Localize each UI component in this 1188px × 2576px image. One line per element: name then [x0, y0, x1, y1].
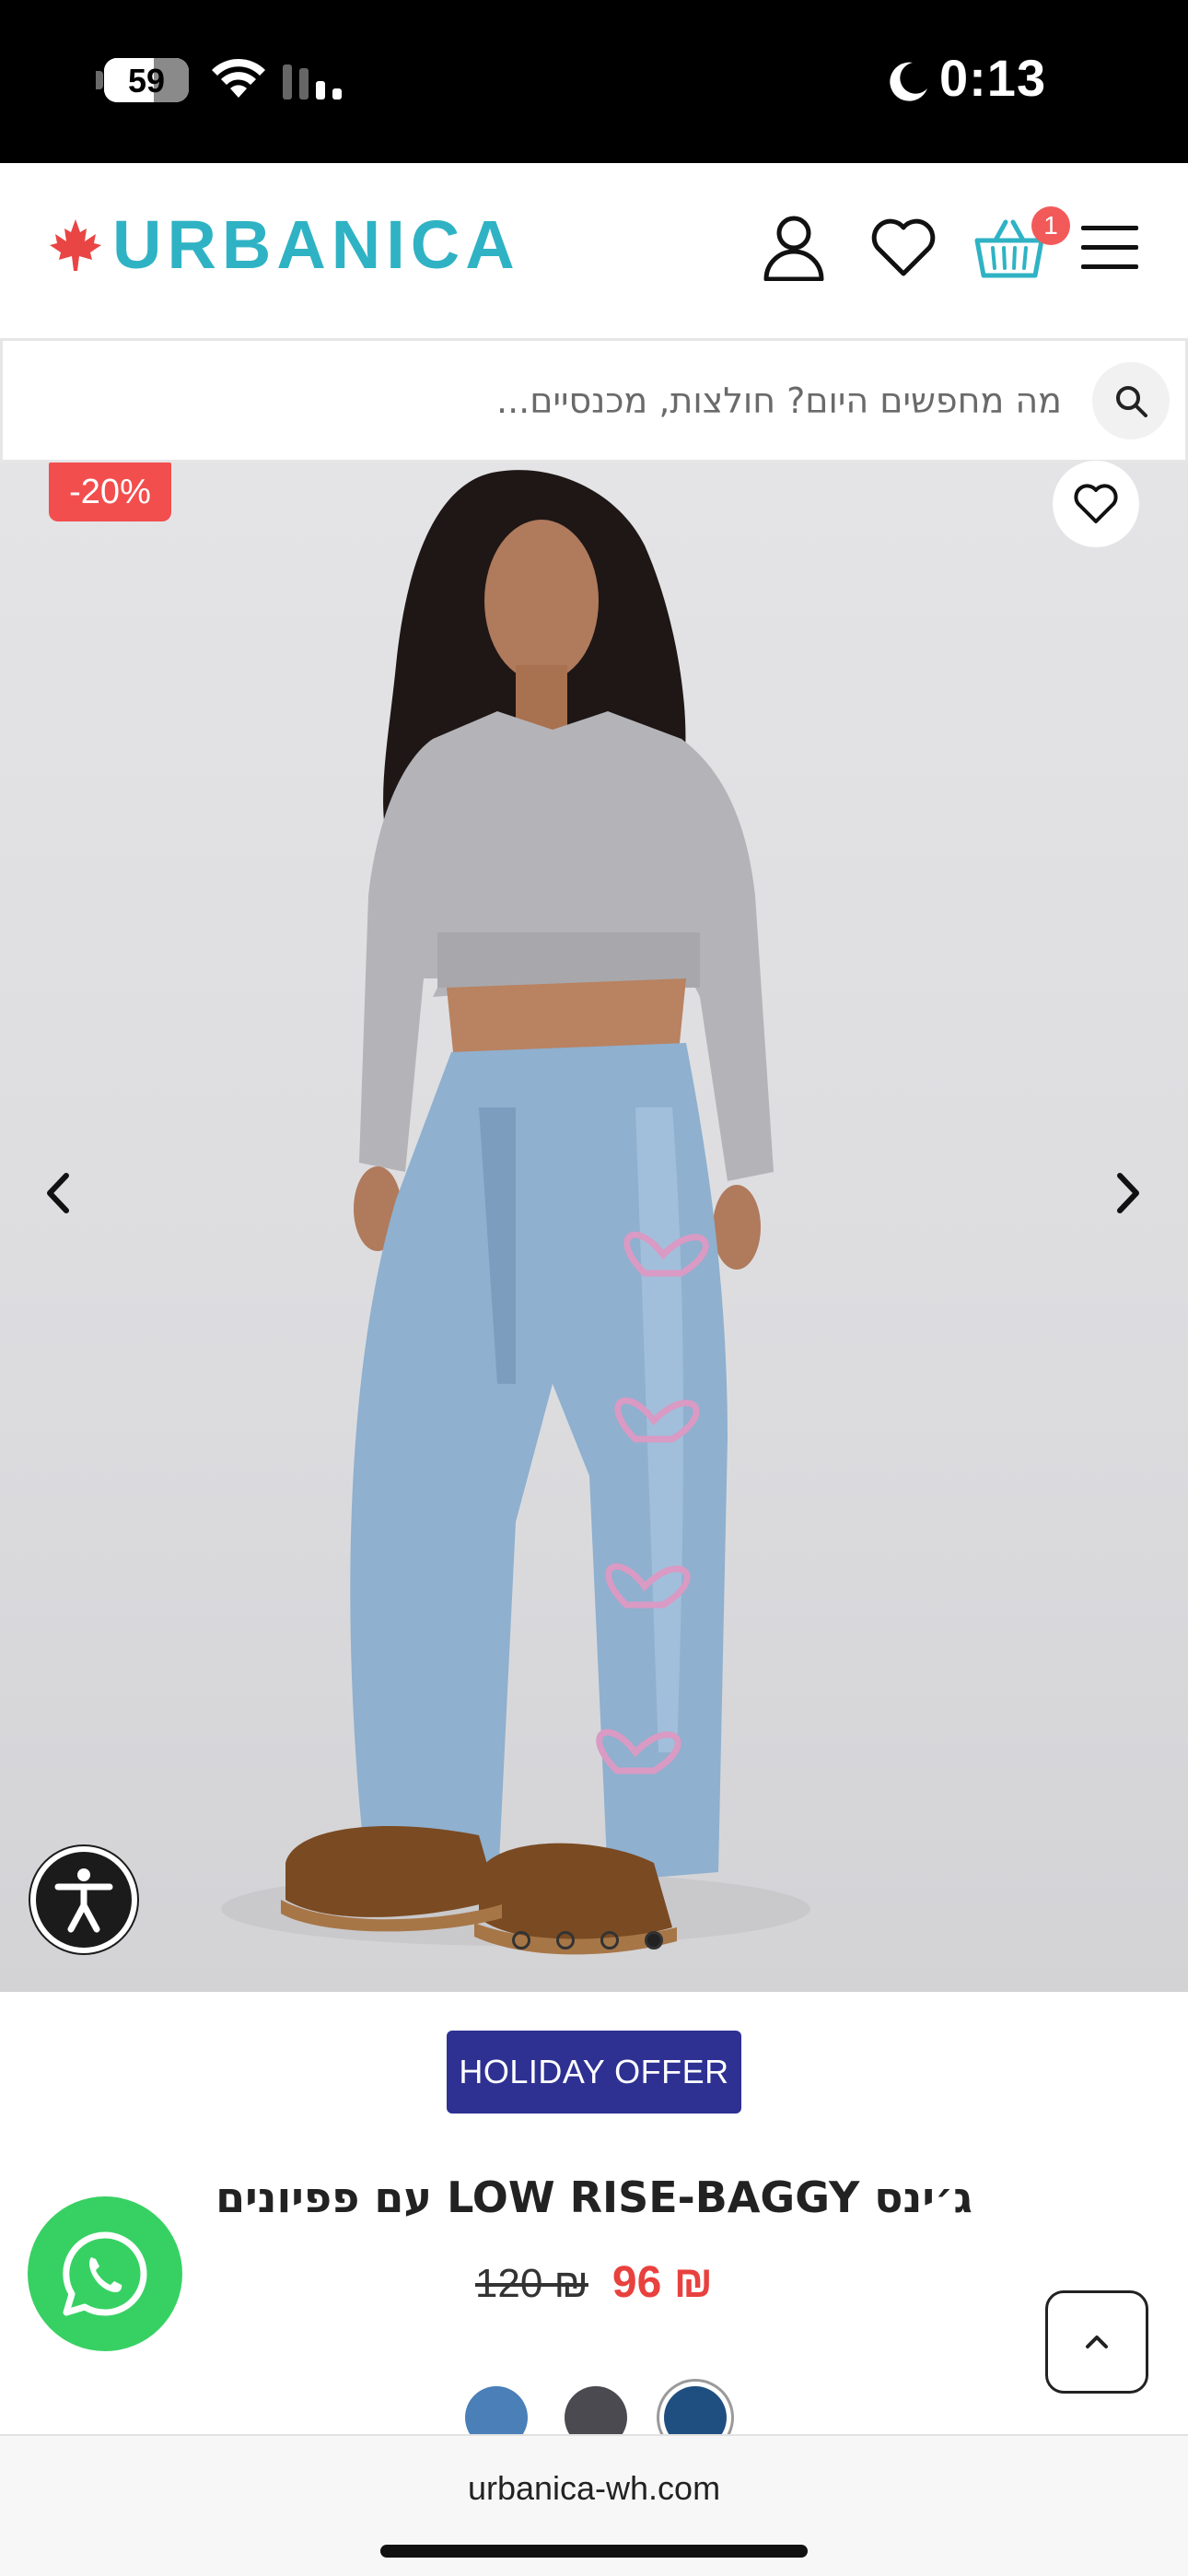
browser-url[interactable]: urbanica-wh.com [0, 2469, 1188, 2508]
gallery-pagination [512, 1931, 663, 1950]
gallery-prev-arrow-icon[interactable] [41, 1170, 74, 1216]
scroll-to-top-button[interactable] [1045, 2290, 1148, 2394]
menu-hamburger-icon[interactable] [1079, 224, 1140, 272]
gallery-dot[interactable] [512, 1931, 530, 1950]
home-indicator [380, 2545, 808, 2558]
whatsapp-icon [63, 2231, 147, 2316]
search-input[interactable] [30, 361, 1071, 440]
battery-level: 59 [127, 62, 166, 100]
site-header: URBANICA 1 [0, 163, 1188, 338]
moon-icon [890, 62, 927, 101]
logo[interactable]: URBANICA [48, 211, 520, 279]
search-bar [0, 338, 1188, 463]
chevron-up-icon [1086, 2336, 1108, 2348]
product-photo-model [221, 470, 810, 1955]
search-button[interactable] [1092, 362, 1170, 439]
cart-count-badge: 1 [1031, 206, 1070, 245]
gallery-dot-active[interactable] [645, 1931, 663, 1950]
accessibility-icon [54, 1868, 113, 1933]
gallery-next-arrow-icon[interactable] [1112, 1170, 1146, 1216]
heart-icon [1074, 484, 1118, 523]
status-time: 0:13 [939, 49, 1047, 107]
maple-leaf-icon [50, 219, 101, 271]
wifi-icon [212, 58, 265, 98]
logo-text: URBANICA [112, 206, 520, 283]
holiday-offer-button[interactable]: HOLIDAY OFFER [447, 2031, 741, 2113]
add-to-wishlist-button[interactable] [1053, 461, 1139, 547]
whatsapp-chat-button[interactable] [28, 2196, 182, 2351]
product-image[interactable] [0, 463, 1188, 1992]
gallery-dot[interactable] [556, 1931, 575, 1950]
browser-address-bar[interactable]: urbanica-wh.com [0, 2434, 1188, 2576]
cellular-signal-icon [283, 64, 342, 100]
search-icon [1116, 386, 1147, 417]
sale-price: 96 ₪ [611, 2258, 714, 2307]
discount-badge: -20% [49, 463, 171, 521]
battery-icon: 59 [104, 58, 189, 102]
original-price: 120 ₪ [474, 2261, 588, 2306]
status-bar: 59 0:13 [0, 0, 1188, 163]
accessibility-button[interactable] [30, 1846, 137, 1953]
product-title: ג׳ינס LOW RISE-BAGGY עם פפיונים [215, 2172, 973, 2222]
account-icon[interactable] [762, 215, 826, 281]
wishlist-heart-icon[interactable] [870, 218, 937, 277]
battery-nub [96, 71, 103, 89]
gallery-dot[interactable] [600, 1931, 619, 1950]
